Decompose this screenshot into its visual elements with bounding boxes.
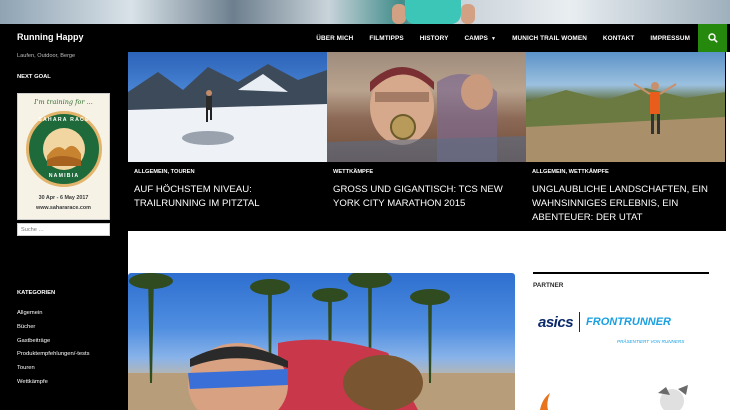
category-link[interactable]: Bücher: [17, 321, 90, 335]
featured-post[interactable]: ALLGEMEIN, WETTKÄMPFE UNGLAUBLICHE LANDS…: [526, 52, 726, 231]
badge-ring-top: SAHARA RACE: [38, 117, 90, 123]
dune-emblem: [43, 128, 85, 170]
featured-post-image[interactable]: [128, 52, 327, 162]
badge-url: www.sahararace.com: [36, 205, 91, 211]
sahara-race-logo: SAHARA RACE NAMIBIA: [26, 111, 102, 187]
featured-post-title[interactable]: UNGLAUBLICHE LANDSCHAFTEN, EIN WAHNSINNI…: [532, 183, 722, 225]
partner-divider: [533, 272, 709, 274]
search-icon: [707, 33, 718, 43]
featured-post-image[interactable]: [526, 52, 725, 162]
featured-post-category[interactable]: WETTKÄMPFE: [333, 169, 373, 175]
nav-item-ueber-mich[interactable]: ÜBER MICH: [308, 35, 361, 42]
next-goal-heading: NEXT GOAL: [17, 74, 51, 80]
chevron-down-icon: ▼: [491, 35, 497, 42]
featured-post-title[interactable]: GROSS UND GIGANTISCH: TCS NEW YORK CITY …: [333, 183, 523, 211]
partner-logo-partial[interactable]: [530, 383, 710, 410]
nav-item-kontakt[interactable]: KONTAKT: [595, 35, 642, 42]
logo-divider: [579, 312, 581, 332]
category-link[interactable]: Wettkämpfe: [17, 376, 90, 390]
featured-post[interactable]: ALLGEMEIN, TOUREN AUF HÖCHSTEM NIVEAU: T…: [128, 52, 327, 231]
badge-tagline: I'm training for ...: [34, 98, 93, 106]
categories-heading: KATEGORIEN: [17, 290, 56, 296]
sahara-race-badge[interactable]: I'm training for ... SAHARA RACE NAMIBIA…: [17, 93, 110, 220]
nav-item-camps[interactable]: CAMPS ▼: [456, 35, 504, 42]
search-toggle-button[interactable]: [698, 24, 727, 52]
badge-dates: 30 Apr - 6 May 2017: [38, 195, 89, 201]
nav-item-camps-label: CAMPS: [464, 34, 489, 42]
header-banner-image: [0, 0, 730, 24]
category-link[interactable]: Allgemein: [17, 307, 90, 321]
post-featured-image[interactable]: [128, 273, 515, 410]
asics-wordmark: asics: [538, 313, 574, 331]
featured-post-category[interactable]: ALLGEMEIN, TOUREN: [134, 169, 195, 175]
asics-frontrunner-logo[interactable]: asics FRONTRUNNER: [538, 312, 671, 332]
featured-post-image[interactable]: [327, 52, 526, 162]
nav-item-munich-trail-women[interactable]: MUNICH TRAIL WOMEN: [504, 35, 595, 42]
sidebar-search-input[interactable]: [17, 223, 110, 236]
nav-item-impressum[interactable]: IMPRESSUM: [642, 35, 698, 42]
featured-post[interactable]: WETTKÄMPFE GROSS UND GIGANTISCH: TCS NEW…: [327, 52, 526, 231]
site-title[interactable]: Running Happy: [17, 32, 84, 42]
nav-item-history[interactable]: HISTORY: [412, 35, 457, 42]
featured-post-category[interactable]: ALLGEMEIN, WETTKÄMPFE: [532, 169, 609, 175]
badge-ring-bottom: NAMIBIA: [48, 173, 80, 179]
featured-post-title[interactable]: AUF HÖCHSTEM NIVEAU: TRAILRUNNING IM PIT…: [134, 183, 324, 211]
frontrunner-wordmark: FRONTRUNNER: [586, 316, 671, 328]
category-link[interactable]: Touren: [17, 362, 90, 376]
category-link[interactable]: Produktempfehlungen/-tests: [17, 348, 90, 362]
nav-item-filmtipps[interactable]: FILMTIPPS: [361, 35, 411, 42]
category-list: Allgemein Bücher Gastbeiträge Produktemp…: [17, 307, 90, 390]
primary-menu: ÜBER MICH FILMTIPPS HISTORY CAMPS ▼ MUNIC…: [308, 24, 698, 52]
presented-by-text: PRÄSENTIERT VON RUNNERS: [617, 339, 685, 344]
site-description: Laufen, Outdoor, Berge: [17, 53, 76, 59]
category-link[interactable]: Gastbeiträge: [17, 335, 90, 349]
partner-heading: PARTNER: [533, 282, 564, 289]
